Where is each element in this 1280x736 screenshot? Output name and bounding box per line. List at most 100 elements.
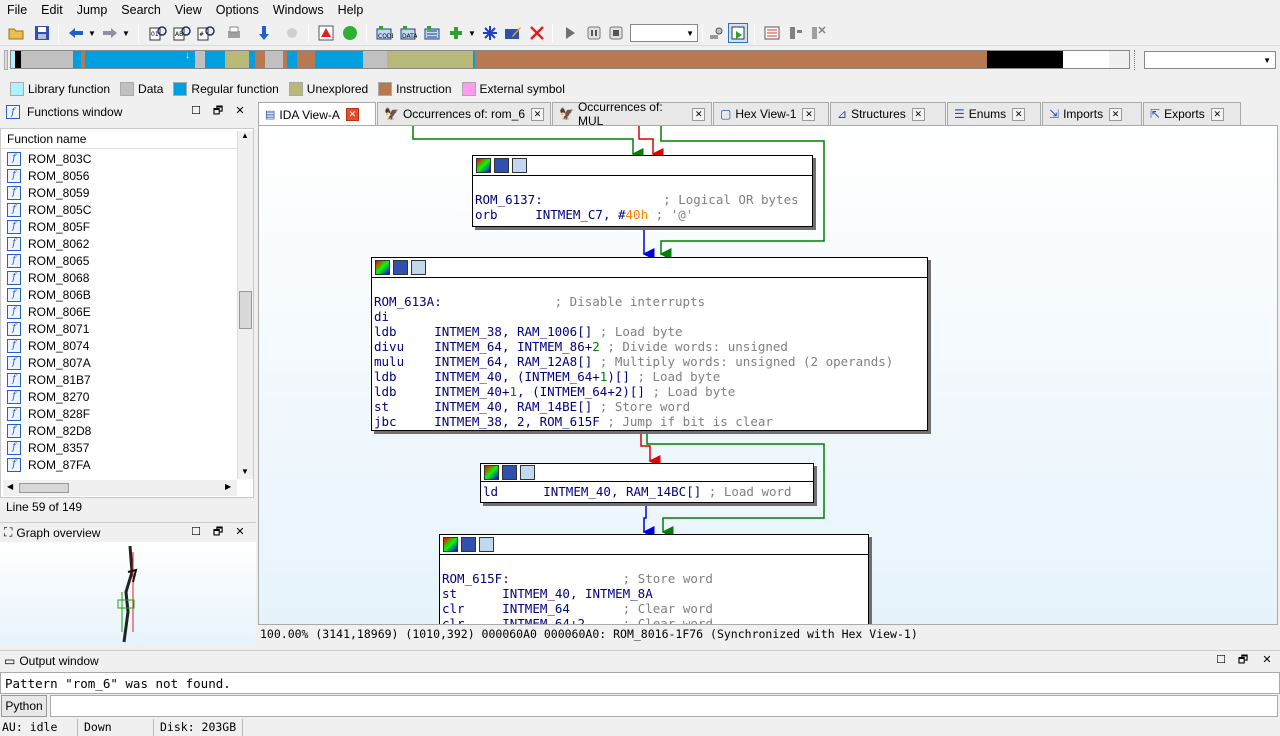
list-item[interactable]: f ROM_87FA [7,456,91,473]
code-line[interactable]: ROM_615F: ; Store word [442,571,866,586]
print-icon[interactable] [224,23,244,43]
list-item[interactable]: f ROM_8357 [7,439,89,456]
run-green-icon[interactable] [340,23,360,43]
tab-hex-view[interactable]: ▢ Hex View-1 ✕ [713,102,829,125]
float-icon[interactable]: 🗗 [211,525,225,539]
close-icon[interactable]: ✕ [1210,107,1224,121]
forward-arrow-icon[interactable] [100,23,120,43]
back-dropdown-icon[interactable]: ▼ [86,23,98,43]
command-input[interactable] [50,695,1278,717]
scroll-down-icon[interactable]: ▼ [241,467,249,476]
minimize-icon[interactable]: ☐ [1214,653,1228,667]
text-search-icon[interactable]: AB [172,23,192,43]
menu-windows[interactable]: Windows [266,0,331,20]
list-item[interactable]: f ROM_805F [7,218,90,235]
node-color-icon[interactable] [443,537,458,552]
output-text[interactable]: Pattern "rom_6" was not found. [0,672,1280,694]
tab-enums[interactable]: ☰ Enums ✕ [947,102,1041,125]
graph-view[interactable]: ROM_6137: ; Logical OR bytes orb INTMEM_C… [258,125,1278,625]
node-rename-icon[interactable] [494,158,509,173]
menu-jump[interactable]: Jump [70,0,115,20]
attach-process-icon[interactable] [706,23,726,43]
jump-down-icon[interactable] [254,23,274,43]
code-line[interactable]: di [374,309,925,324]
remove-breakpoint-icon[interactable] [808,23,828,43]
menu-file[interactable]: File [0,0,34,20]
list-item[interactable]: f ROM_807A [7,354,91,371]
scroll-thumb[interactable] [239,291,252,329]
code-line[interactable]: clr INTMEM_64 ; Clear word [442,601,866,616]
list-item[interactable]: f ROM_8071 [7,320,89,337]
breakpoint-icon[interactable] [786,23,806,43]
make-data-icon[interactable]: DATA [398,23,418,43]
node-color-icon[interactable] [476,158,491,173]
back-arrow-icon[interactable] [66,23,86,43]
play-icon[interactable] [560,23,580,43]
horizontal-scrollbar[interactable]: ◀ ▶ [3,480,237,496]
node-group-icon[interactable] [520,465,535,480]
minimize-icon[interactable]: ☐ [189,104,203,118]
list-item[interactable]: f ROM_81B7 [7,371,91,388]
code-line[interactable]: divu INTMEM_64, INTMEM_86+2 ; Divide wor… [374,339,925,354]
graph-node[interactable]: ROM_615F: ; Store word st INTMEM_40, INTM… [439,534,869,624]
list-item[interactable]: f ROM_8059 [7,184,89,201]
code-line[interactable]: ldb INTMEM_40+1, (INTMEM_64+2)[] ; Load … [374,384,925,399]
node-group-icon[interactable] [479,537,494,552]
open-folder-icon[interactable] [6,23,26,43]
stop-icon[interactable] [606,23,626,43]
list-item[interactable]: f ROM_828F [7,405,90,422]
close-icon[interactable]: ✕ [692,107,705,121]
sync-view-icon[interactable] [728,23,748,43]
tab-occurrences-rom6[interactable]: 🦅 Occurrences of: rom_6 ✕ [377,102,551,125]
make-code-icon[interactable]: CODE [374,23,394,43]
debugger-select[interactable]: ▼ [630,24,698,42]
code-line[interactable]: ROM_6137: ; Logical OR bytes [475,192,810,207]
list-item[interactable]: f ROM_803C [7,150,91,167]
warning-icon[interactable] [316,23,336,43]
functions-list[interactable]: Function name f ROM_803C f ROM_8056 f ROM_8… [0,128,254,498]
cross-ref-icon[interactable] [480,23,500,43]
add-dropdown-icon[interactable]: ▼ [466,23,478,43]
node-rename-icon[interactable] [461,537,476,552]
close-icon[interactable]: ✕ [802,107,816,121]
menu-view[interactable]: View [168,0,209,20]
delete-icon[interactable] [527,23,547,43]
close-icon[interactable]: ✕ [233,525,247,539]
list-item[interactable]: f ROM_8068 [7,269,89,286]
immediate-search-icon[interactable]: # [196,23,216,43]
list-item[interactable]: f ROM_806E [7,303,91,320]
code-line[interactable]: jbc INTMEM_38, 2, ROM_615F ; Jump if bit… [374,414,925,429]
node-color-icon[interactable] [375,260,390,275]
close-icon[interactable]: ✕ [1012,107,1026,121]
code-line[interactable]: st INTMEM_40, INTMEM_8A [442,586,866,601]
list-item[interactable]: f ROM_82D8 [7,422,91,439]
tab-occurrences-mul[interactable]: 🦅 Occurrences of: MUL ✕ [552,100,712,128]
code-line[interactable]: st INTMEM_40, RAM_14BE[] ; Store word [374,399,925,414]
node-group-icon[interactable] [411,260,426,275]
graph-overview-canvas[interactable] [0,542,256,646]
float-icon[interactable]: 🗗 [211,104,225,118]
python-button[interactable]: Python [1,695,47,717]
vertical-scrollbar[interactable]: ▲ ▼ [237,131,253,479]
column-header-function-name[interactable]: Function name [1,129,239,149]
node-rename-icon[interactable] [393,260,408,275]
close-icon[interactable]: ✕ [1109,107,1123,121]
list-item[interactable]: f ROM_8074 [7,337,89,354]
binary-search-icon[interactable]: 01 [148,23,168,43]
close-icon[interactable]: ✕ [1260,653,1274,667]
list-item[interactable]: f ROM_8270 [7,388,89,405]
add-function-icon[interactable] [446,23,466,43]
list-item[interactable]: f ROM_806B [7,286,91,303]
close-icon[interactable]: ✕ [531,107,544,121]
menu-help[interactable]: Help [331,0,371,20]
navigation-band[interactable]: ↓ [10,50,1130,69]
list-item[interactable]: f ROM_8062 [7,235,89,252]
list-item[interactable]: f ROM_805C [7,201,91,218]
make-struct-icon[interactable] [422,23,442,43]
minimize-icon[interactable]: ☐ [189,525,203,539]
menu-search[interactable]: Search [114,0,168,20]
tab-ida-view-a[interactable]: ▤ IDA View-A ✕ [258,102,376,126]
close-icon[interactable]: ✕ [233,104,247,118]
forward-dropdown-icon[interactable]: ▼ [120,23,132,43]
save-icon[interactable] [32,23,52,43]
